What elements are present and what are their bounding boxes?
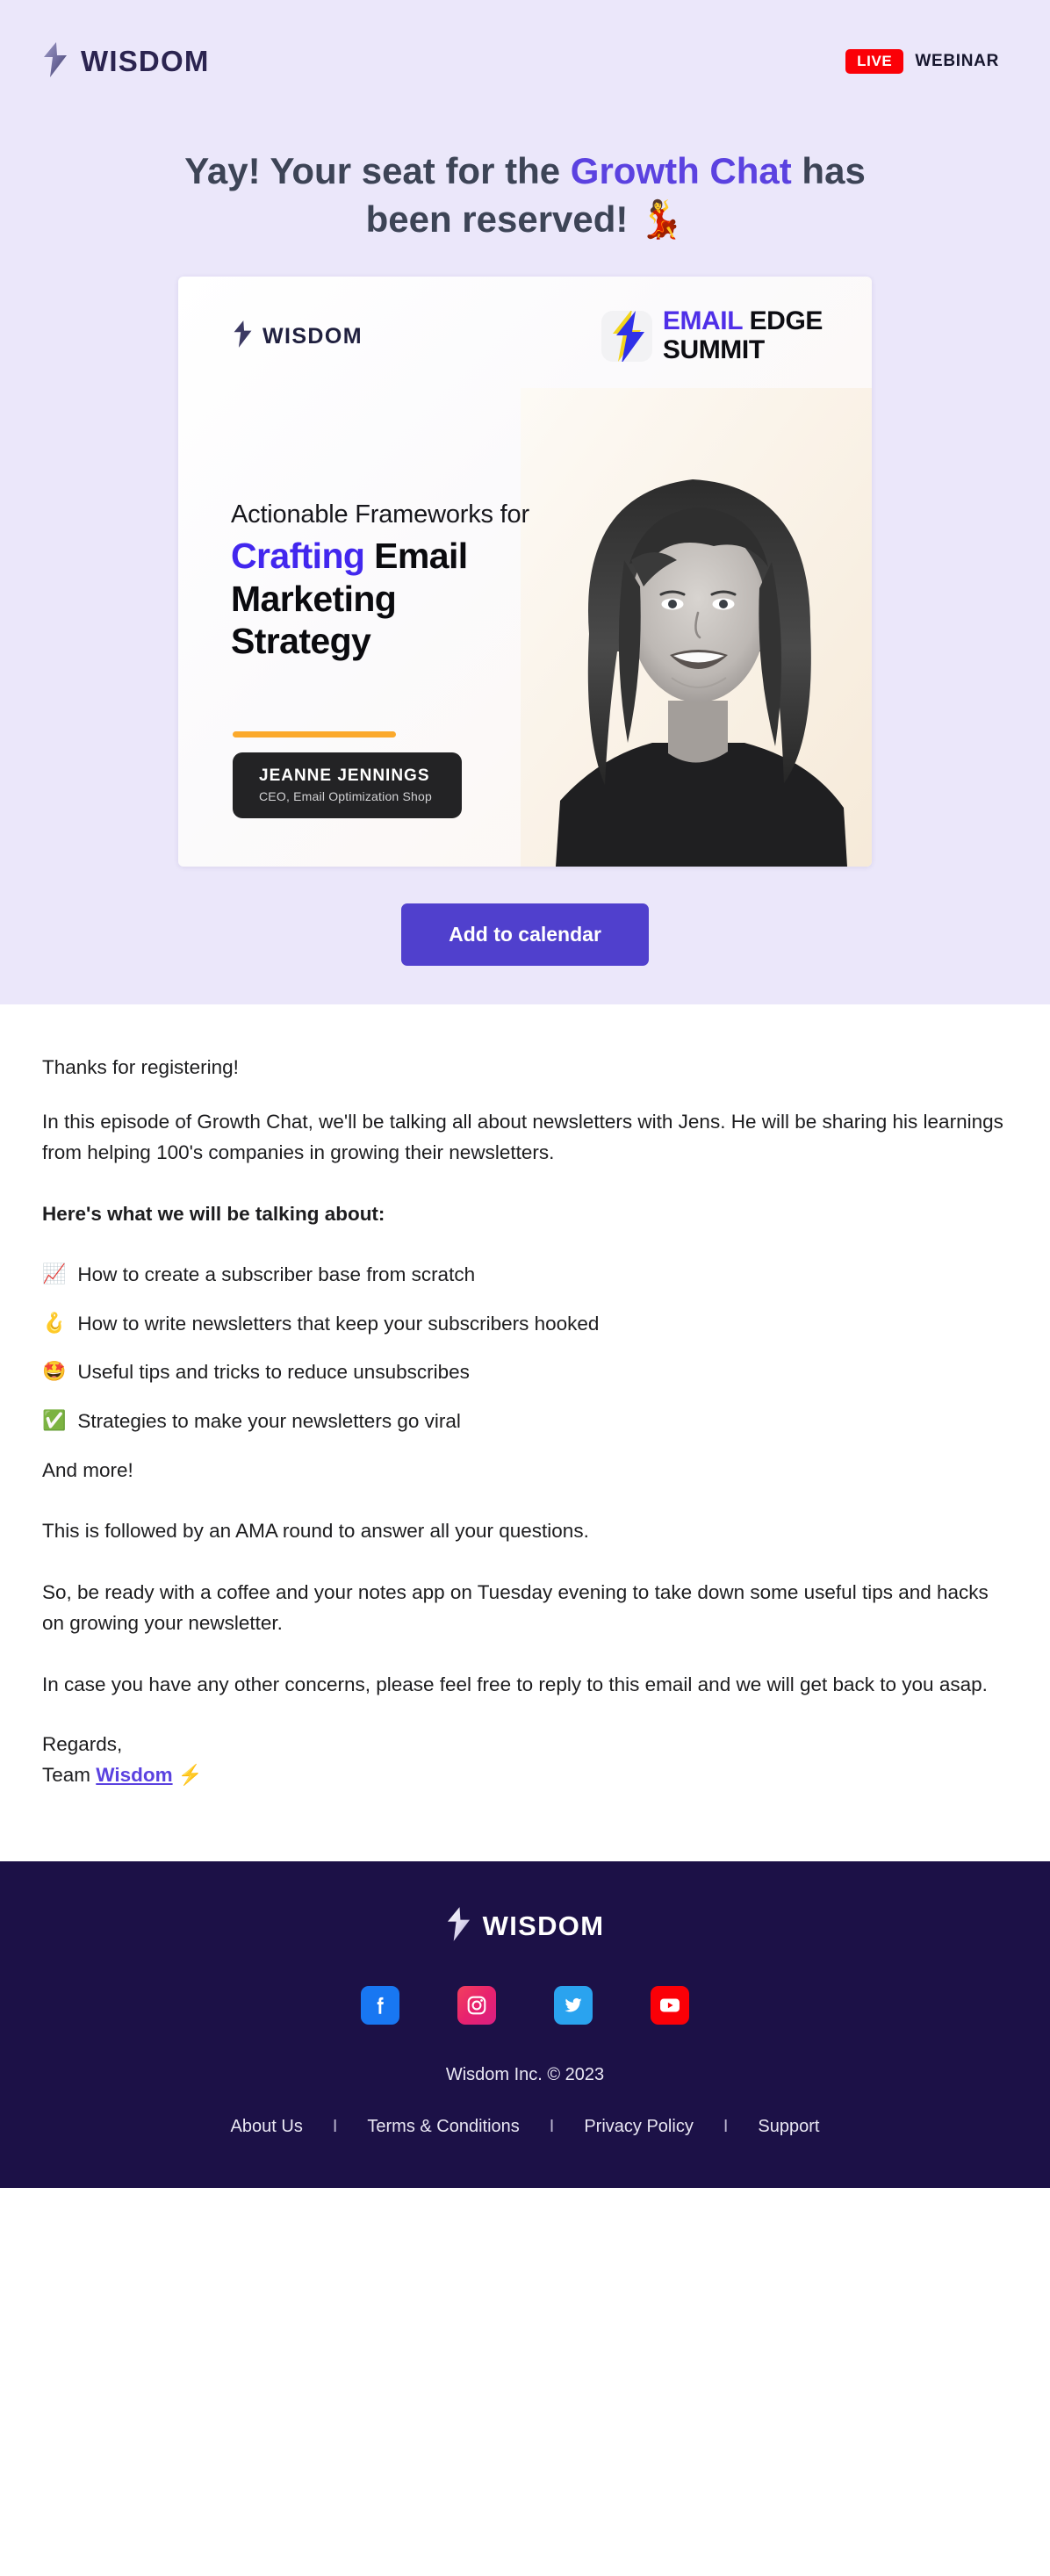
accent-divider bbox=[233, 731, 396, 738]
regards-text: Regards, bbox=[42, 1733, 123, 1756]
intro-paragraph: In this episode of Growth Chat, we'll be… bbox=[42, 1110, 1003, 1164]
email-footer: WISDOM Wisdom Inc. © 2023 About Us I Ter… bbox=[0, 1861, 1050, 2189]
star-struck-icon: 🤩 bbox=[42, 1360, 67, 1383]
prep-paragraph: So, be ready with a coffee and your note… bbox=[42, 1580, 989, 1635]
email-page: WISDOM LIVE WEBINAR Yay! Your seat for t… bbox=[0, 0, 1050, 2576]
summit-wordmark: EMAIL EDGE SUMMIT bbox=[663, 308, 823, 363]
twitter-icon[interactable] bbox=[554, 1986, 593, 2026]
hero-section: WISDOM LIVE WEBINAR Yay! Your seat for t… bbox=[0, 0, 1050, 1005]
banner-title-line4: Strategy bbox=[231, 620, 371, 661]
list-item: 📈 How to create a subscriber base from s… bbox=[42, 1259, 1008, 1291]
list-item-label: How to create a subscriber base from scr… bbox=[77, 1263, 476, 1286]
card-brand-logo: WISDOM bbox=[233, 320, 363, 352]
lightning-bolt-icon bbox=[42, 41, 68, 82]
copyright-text: Wisdom Inc. © 2023 bbox=[445, 2065, 605, 2085]
banner-title: Actionable Frameworks for Crafting Email… bbox=[231, 500, 608, 662]
high-voltage-icon: ⚡ bbox=[172, 1764, 203, 1787]
live-badge: LIVE bbox=[845, 49, 904, 74]
social-links bbox=[0, 1986, 1050, 2026]
topics-heading: Here's what we will be talking about: bbox=[42, 1202, 385, 1225]
chart-increasing-icon: 📈 bbox=[42, 1263, 67, 1285]
greeting-text: Thanks for registering! bbox=[42, 1056, 239, 1079]
speaker-role: CEO, Email Optimization Shop bbox=[259, 789, 433, 804]
cta-container: Add to calendar bbox=[0, 903, 1050, 967]
card-brand-name: WISDOM bbox=[262, 323, 363, 349]
list-item: ✅ Strategies to make your newsletters go… bbox=[42, 1406, 1008, 1437]
topics-list: 📈 How to create a subscriber base from s… bbox=[42, 1259, 1008, 1436]
concerns-paragraph: In case you have any other concerns, ple… bbox=[42, 1673, 988, 1695]
headline-accent: Growth Chat bbox=[570, 150, 792, 191]
check-mark-button-icon: ✅ bbox=[42, 1409, 67, 1432]
headline-pre: Yay! Your seat for the bbox=[184, 150, 571, 191]
wisdom-link[interactable]: Wisdom bbox=[96, 1764, 172, 1786]
banner-title-line3: Marketing bbox=[231, 578, 397, 619]
live-webinar-indicator: LIVE WEBINAR bbox=[845, 49, 999, 74]
youtube-icon[interactable] bbox=[651, 1986, 689, 2026]
webinar-banner-image: WISDOM EMAIL EDGE SUMMIT Actionable Fram… bbox=[178, 277, 872, 867]
banner-title-line1: Actionable Frameworks for bbox=[231, 500, 529, 529]
footer-brand-name: WISDOM bbox=[482, 1910, 605, 1942]
hero-card-container: WISDOM EMAIL EDGE SUMMIT Actionable Fram… bbox=[0, 277, 1050, 867]
speaker-nameplate: JEANNE JENNINGS CEO, Email Optimization … bbox=[233, 752, 463, 819]
summit-bolt-icon bbox=[601, 310, 652, 362]
signoff: Regards, Team Wisdom ⚡ bbox=[42, 1730, 1008, 1791]
hook-icon: 🪝 bbox=[42, 1311, 67, 1334]
footer-link-about-us[interactable]: About Us bbox=[201, 2117, 333, 2137]
summit-edge-word: EDGE bbox=[742, 306, 823, 336]
ama-paragraph: This is followed by an AMA round to answ… bbox=[42, 1520, 589, 1543]
brand-logo[interactable]: WISDOM bbox=[42, 41, 210, 82]
brand-name: WISDOM bbox=[81, 45, 210, 77]
list-item: 🪝 How to write newsletters that keep you… bbox=[42, 1308, 1008, 1340]
and-more-text: And more! bbox=[42, 1458, 133, 1481]
dancer-emoji-icon: 💃 bbox=[638, 198, 685, 240]
lightning-bolt-icon bbox=[446, 1907, 471, 1946]
list-item-label: Strategies to make your newsletters go v… bbox=[77, 1410, 461, 1433]
email-header: WISDOM LIVE WEBINAR bbox=[0, 0, 1050, 123]
lightning-bolt-icon bbox=[233, 320, 253, 352]
speaker-name: JEANNE JENNINGS bbox=[259, 766, 430, 786]
footer-brand-logo[interactable]: WISDOM bbox=[446, 1907, 605, 1946]
webinar-label: WEBINAR bbox=[915, 52, 999, 70]
team-prefix: Team bbox=[42, 1764, 97, 1787]
list-item-label: Useful tips and tricks to reduce unsubsc… bbox=[77, 1361, 470, 1384]
summit-summit-word: SUMMIT bbox=[662, 335, 765, 365]
list-item-label: How to write newsletters that keep your … bbox=[77, 1312, 600, 1335]
page-title: Yay! Your seat for the Growth Chat has b… bbox=[130, 148, 920, 243]
email-body: Thanks for registering! In this episode … bbox=[0, 1004, 1050, 1862]
footer-link-terms[interactable]: Terms & Conditions bbox=[337, 2117, 549, 2137]
list-item: 🤩 Useful tips and tricks to reduce unsub… bbox=[42, 1356, 1008, 1388]
facebook-icon[interactable] bbox=[361, 1986, 399, 2026]
footer-links: About Us I Terms & Conditions I Privacy … bbox=[0, 2117, 1050, 2137]
banner-title-accent: Crafting bbox=[231, 536, 365, 577]
banner-title-rest: Email bbox=[364, 536, 468, 577]
email-edge-summit-logo: EMAIL EDGE SUMMIT bbox=[601, 308, 823, 363]
footer-link-privacy[interactable]: Privacy Policy bbox=[554, 2117, 723, 2137]
add-to-calendar-button[interactable]: Add to calendar bbox=[401, 903, 649, 967]
instagram-icon[interactable] bbox=[457, 1986, 496, 2026]
footer-link-support[interactable]: Support bbox=[728, 2117, 849, 2137]
summit-email-word: EMAIL bbox=[662, 306, 743, 336]
